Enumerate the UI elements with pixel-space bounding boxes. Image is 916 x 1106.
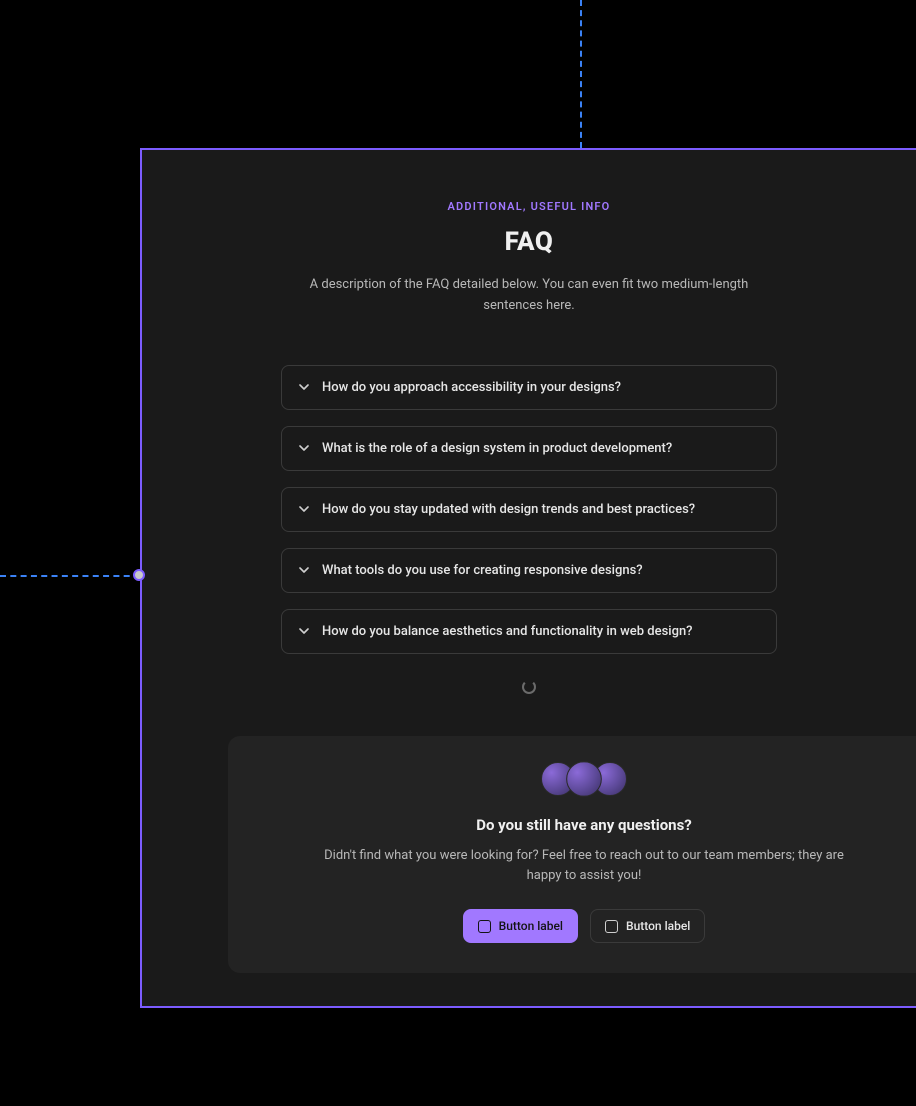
chevron-down-icon <box>298 625 310 637</box>
faq-item[interactable]: What tools do you use for creating respo… <box>281 548 777 593</box>
chevron-down-icon <box>298 442 310 454</box>
cta-actions: Button label Button label <box>258 909 910 943</box>
faq-item[interactable]: How do you stay updated with design tren… <box>281 487 777 532</box>
faq-question: How do you stay updated with design tren… <box>322 502 695 517</box>
avatar <box>566 761 602 797</box>
faq-item[interactable]: How do you approach accessibility in you… <box>281 365 777 410</box>
chevron-down-icon <box>298 564 310 576</box>
faq-accordion: How do you approach accessibility in you… <box>281 365 777 654</box>
faq-question: How do you balance aesthetics and functi… <box>322 624 693 639</box>
cta-subtitle: Didn't find what you were looking for? F… <box>324 846 844 888</box>
cta-card: Do you still have any questions? Didn't … <box>228 736 916 974</box>
page-description: A description of the FAQ detailed below.… <box>294 275 764 317</box>
cta-title: Do you still have any questions? <box>258 816 910 834</box>
avatar-group <box>258 762 910 796</box>
faq-header: ADDITIONAL, USEFUL INFO FAQ A descriptio… <box>142 200 916 317</box>
chevron-down-icon <box>298 381 310 393</box>
button-label: Button label <box>626 919 690 933</box>
faq-section-frame[interactable]: ADDITIONAL, USEFUL INFO FAQ A descriptio… <box>140 148 916 1008</box>
selection-handle[interactable] <box>133 569 145 581</box>
eyebrow-text: ADDITIONAL, USEFUL INFO <box>142 200 916 213</box>
loading-spinner-icon <box>522 680 536 694</box>
button-label: Button label <box>499 919 563 933</box>
guide-vertical <box>580 0 582 148</box>
faq-question: What tools do you use for creating respo… <box>322 563 643 578</box>
cta-primary-button[interactable]: Button label <box>463 909 578 943</box>
faq-item[interactable]: How do you balance aesthetics and functi… <box>281 609 777 654</box>
chevron-down-icon <box>298 503 310 515</box>
square-icon <box>605 920 618 933</box>
faq-question: How do you approach accessibility in you… <box>322 380 621 395</box>
frame-content: ADDITIONAL, USEFUL INFO FAQ A descriptio… <box>142 150 916 973</box>
guide-horizontal <box>0 575 140 577</box>
faq-item[interactable]: What is the role of a design system in p… <box>281 426 777 471</box>
cta-secondary-button[interactable]: Button label <box>590 909 705 943</box>
square-icon <box>478 920 491 933</box>
faq-question: What is the role of a design system in p… <box>322 441 672 456</box>
page-title: FAQ <box>142 227 916 257</box>
